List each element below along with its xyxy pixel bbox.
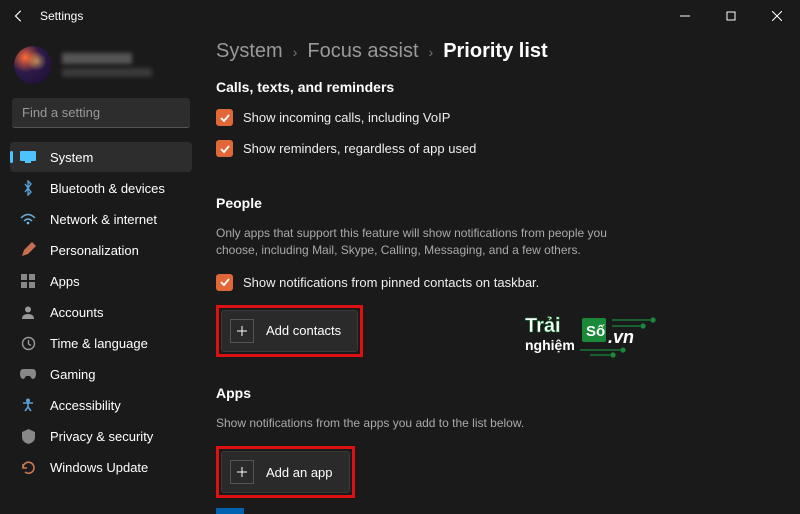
label-pinned-contacts: Show notifications from pinned contacts …	[243, 275, 539, 290]
breadcrumb-system[interactable]: System	[216, 40, 283, 63]
network-icon	[20, 211, 36, 227]
sidebar-item-privacy[interactable]: Privacy & security	[10, 421, 192, 451]
sidebar-item-accounts[interactable]: Accounts	[10, 297, 192, 327]
chevron-right-icon: ›	[429, 44, 434, 60]
section-apps-desc: Show notifications from the apps you add…	[216, 415, 626, 432]
section-people-title: People	[216, 195, 776, 211]
chevron-right-icon: ›	[293, 44, 298, 60]
apps-icon	[20, 273, 36, 289]
sidebar-item-update[interactable]: Windows Update	[10, 452, 192, 482]
add-contacts-button[interactable]: Add contacts	[221, 310, 358, 352]
plus-icon	[230, 460, 254, 484]
back-button[interactable]	[12, 9, 26, 23]
checkbox-incoming-calls[interactable]	[216, 109, 233, 126]
clock-app-icon	[216, 508, 244, 514]
sidebar-item-personalization[interactable]: Personalization	[10, 235, 192, 265]
label-reminders: Show reminders, regardless of app used	[243, 141, 476, 156]
time-icon	[20, 335, 36, 351]
section-people-desc: Only apps that support this feature will…	[216, 225, 626, 260]
add-app-button[interactable]: Add an app	[221, 451, 350, 493]
checkbox-reminders[interactable]	[216, 140, 233, 157]
section-apps-title: Apps	[216, 385, 776, 401]
plus-icon	[230, 319, 254, 343]
breadcrumb-focus-assist[interactable]: Focus assist	[307, 40, 418, 63]
close-button[interactable]	[754, 0, 800, 32]
sidebar: System Bluetooth & devices Network & int…	[0, 32, 198, 514]
search-input[interactable]	[12, 98, 190, 128]
sidebar-item-accessibility[interactable]: Accessibility	[10, 390, 192, 420]
window-title: Settings	[40, 9, 83, 23]
profile-email	[62, 68, 152, 77]
update-icon	[20, 459, 36, 475]
privacy-icon	[20, 428, 36, 444]
breadcrumb: System › Focus assist › Priority list	[216, 40, 776, 63]
highlight-add-contacts: Add contacts	[216, 305, 363, 357]
checkbox-pinned-contacts[interactable]	[216, 274, 233, 291]
bluetooth-icon	[20, 180, 36, 196]
sidebar-item-time[interactable]: Time & language	[10, 328, 192, 358]
accounts-icon	[20, 304, 36, 320]
maximize-button[interactable]	[708, 0, 754, 32]
section-calls-title: Calls, texts, and reminders	[216, 79, 776, 95]
system-icon	[20, 149, 36, 165]
sidebar-item-system[interactable]: System	[10, 142, 192, 172]
breadcrumb-current: Priority list	[443, 40, 547, 63]
titlebar: Settings	[0, 0, 800, 32]
gaming-icon	[20, 366, 36, 382]
personalization-icon	[20, 242, 36, 258]
sidebar-item-network[interactable]: Network & internet	[10, 204, 192, 234]
sidebar-item-gaming[interactable]: Gaming	[10, 359, 192, 389]
accessibility-icon	[20, 397, 36, 413]
label-incoming-calls: Show incoming calls, including VoIP	[243, 110, 450, 125]
content-area: System › Focus assist › Priority list Ca…	[198, 32, 800, 514]
user-profile[interactable]	[10, 40, 192, 98]
app-list-item[interactable]: Clock	[216, 502, 776, 514]
sidebar-item-apps[interactable]: Apps	[10, 266, 192, 296]
avatar	[14, 46, 52, 84]
minimize-button[interactable]	[662, 0, 708, 32]
profile-name	[62, 53, 132, 64]
sidebar-item-bluetooth[interactable]: Bluetooth & devices	[10, 173, 192, 203]
highlight-add-app: Add an app	[216, 446, 355, 498]
